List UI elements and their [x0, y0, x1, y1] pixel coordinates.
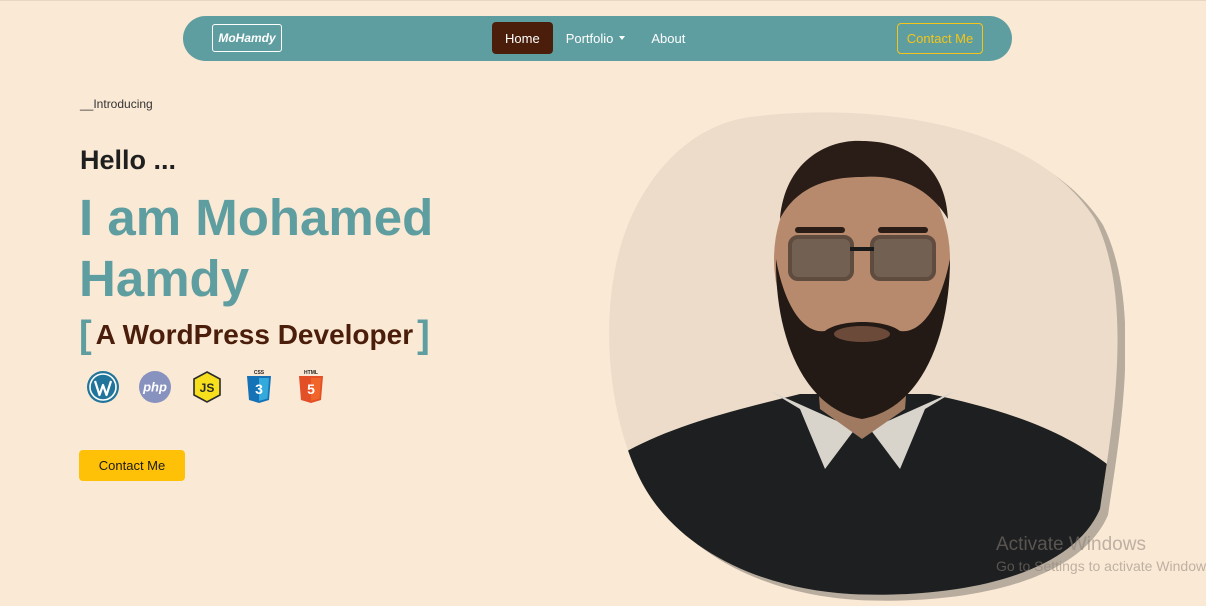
role-close-bracket: ]	[417, 314, 430, 356]
nav-contact-button[interactable]: Contact Me	[897, 23, 983, 54]
wordpress-icon	[86, 369, 120, 405]
php-icon: php	[138, 369, 172, 405]
nav-home[interactable]: Home	[492, 22, 553, 54]
contact-me-button[interactable]: Contact Me	[79, 450, 185, 481]
javascript-icon: JS	[190, 369, 224, 405]
activate-windows-subtitle: Go to Settings to activate Windows.	[996, 558, 1206, 574]
nav-links: Home Portfolio About	[492, 22, 698, 54]
nav-about-label: About	[651, 30, 686, 46]
css3-icon: CSS 3	[242, 369, 276, 405]
chevron-down-icon	[619, 36, 626, 40]
tech-icons: php JS CSS 3 HTML 5	[86, 369, 328, 405]
svg-text:JS: JS	[200, 381, 215, 395]
role-line: [ A WordPress Developer ]	[79, 315, 430, 355]
svg-text:php: php	[142, 380, 167, 395]
nav-home-label: Home	[505, 30, 540, 46]
nav-portfolio[interactable]: Portfolio	[553, 22, 639, 54]
svg-text:CSS: CSS	[254, 370, 265, 376]
brand-logo[interactable]: MoHamdy	[212, 24, 282, 52]
html5-icon: HTML 5	[294, 369, 328, 405]
intro-text: __Introducing	[80, 97, 153, 111]
hero-name: I am Mohamed Hamdy	[79, 189, 434, 307]
profile-photo	[600, 109, 1126, 604]
nav-about[interactable]: About	[638, 22, 698, 54]
svg-text:3: 3	[255, 381, 263, 397]
svg-text:HTML: HTML	[304, 370, 318, 376]
page: MoHamdy Home Portfolio About Contact Me …	[0, 0, 1206, 606]
activate-windows-title: Activate Windows	[996, 534, 1146, 555]
svg-text:5: 5	[307, 381, 315, 397]
role-open-bracket: [	[79, 314, 92, 356]
nav-portfolio-label: Portfolio	[565, 30, 614, 46]
navbar: MoHamdy Home Portfolio About Contact Me	[183, 16, 1012, 61]
role-title: A WordPress Developer	[95, 319, 414, 350]
greeting: Hello ...	[80, 145, 177, 175]
